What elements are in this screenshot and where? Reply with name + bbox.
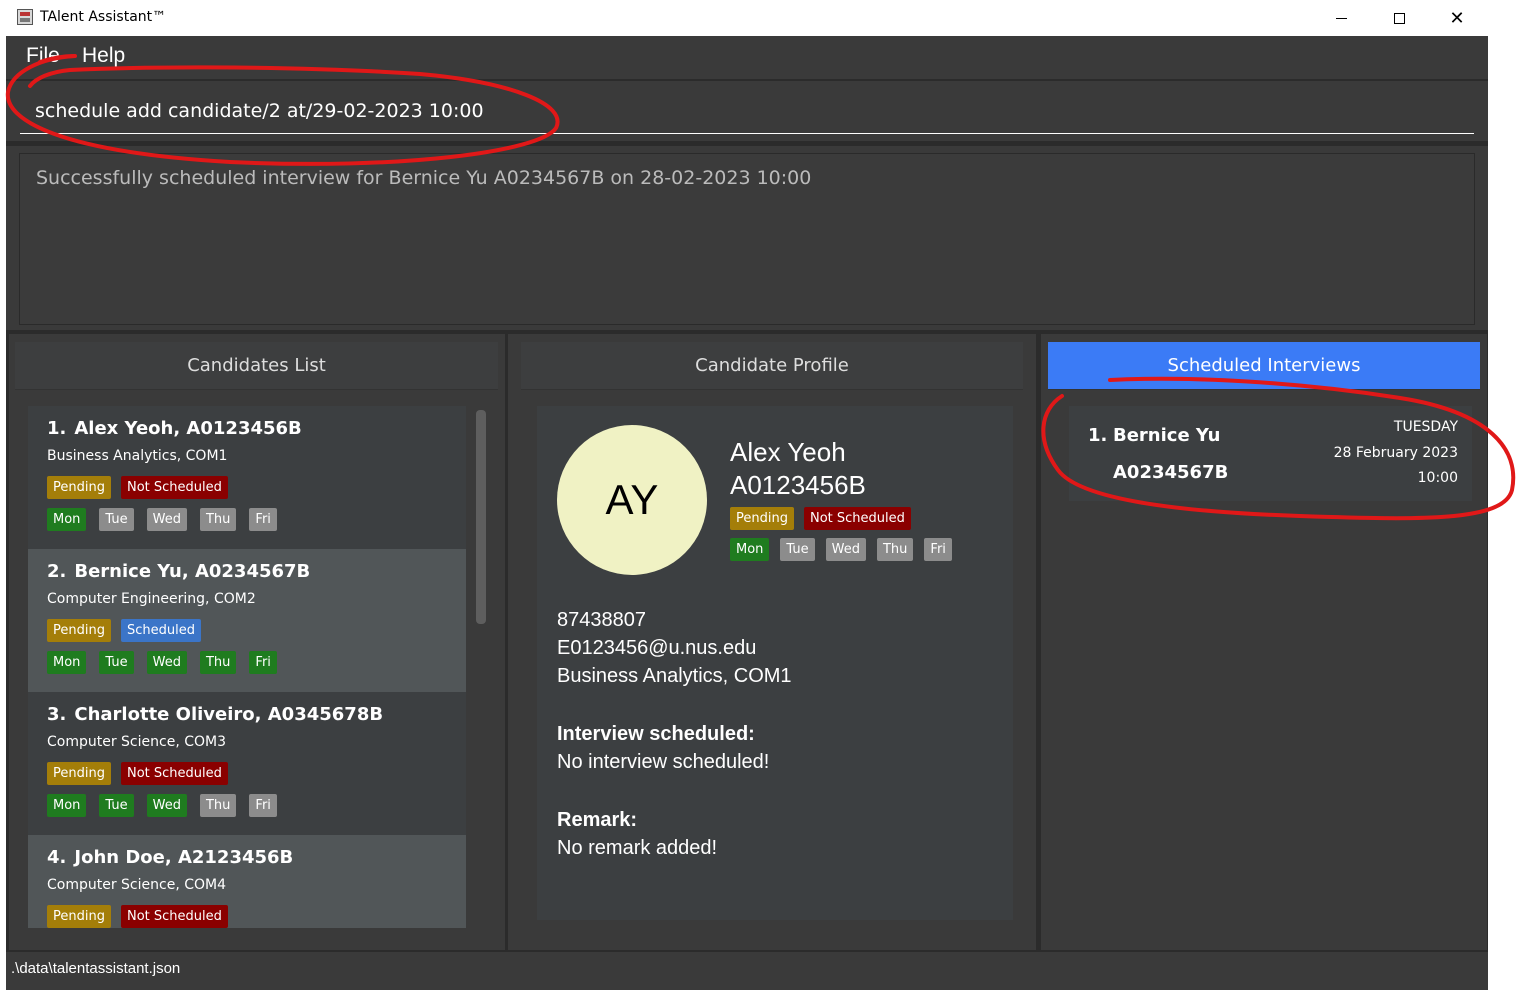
candidate-name: Bernice Yu, A0234567B: [74, 561, 311, 582]
candidate-course: Computer Science, COM3: [47, 734, 226, 750]
interview-candidate-name: Bernice Yu: [1113, 425, 1221, 446]
candidate-card[interactable]: 1. Alex Yeoh, A0123456B Business Analytic…: [28, 406, 466, 549]
day-badge-fri: Fri: [249, 794, 277, 817]
status-badge: Pending: [47, 762, 111, 785]
window-title: TAlent Assistant™: [40, 9, 167, 25]
result-display: Successfully scheduled interview for Ber…: [19, 153, 1475, 325]
candidate-name: Alex Yeoh, A0123456B: [74, 418, 302, 439]
profile-card: AY Alex Yeoh A0123456B Pending Not Sched…: [537, 406, 1013, 920]
day-badge-wed: Wed: [146, 508, 187, 531]
day-badge-thu: Thu: [199, 794, 237, 817]
app-icon: [17, 9, 33, 25]
schedule-badge: Scheduled: [120, 619, 201, 642]
profile-details: 87438807 E0123456@u.nus.edu Business Ana…: [557, 606, 792, 862]
interview-candidate-id: A0234567B: [1113, 462, 1229, 483]
minimize-icon: [1335, 17, 1347, 19]
profile-course: Business Analytics, COM1: [557, 665, 792, 687]
menu-bar: File Help: [6, 36, 1488, 80]
profile-phone: 87438807: [557, 609, 646, 631]
candidates-scrollbar[interactable]: [476, 410, 486, 624]
interview-value: No interview scheduled!: [557, 751, 770, 773]
candidate-name: John Doe, A2123456B: [74, 847, 294, 868]
day-badge-thu: Thu: [876, 538, 914, 561]
remark-value: No remark added!: [557, 837, 718, 859]
day-badge-fri: Fri: [249, 508, 277, 531]
candidate-name: Charlotte Oliveiro, A0345678B: [74, 704, 384, 725]
candidates-panel: Candidates List 1. Alex Yeoh, A0123456B B…: [9, 334, 505, 950]
interview-card[interactable]: 1. Bernice Yu A0234567B TUESDAY 28 Febru…: [1069, 406, 1472, 501]
profile-panel: Candidate Profile AY Alex Yeoh A0123456B…: [508, 334, 1036, 950]
day-badge-tue: Tue: [99, 794, 134, 817]
scheduled-interviews-header[interactable]: Scheduled Interviews: [1048, 342, 1480, 390]
interviews-panel: Scheduled Interviews 1. Bernice Yu A0234…: [1041, 334, 1487, 950]
app-window: File Help Successfully scheduled intervi…: [6, 36, 1488, 990]
day-badge-thu: Thu: [199, 508, 237, 531]
day-badge-tue: Tue: [99, 508, 134, 531]
maximize-button[interactable]: [1370, 0, 1428, 36]
interview-date: 28 February 2023: [1333, 445, 1458, 461]
candidate-index: 1.: [47, 418, 67, 439]
command-box: [6, 81, 1488, 141]
remark-title: Remark:: [557, 809, 638, 831]
status-badge: Pending: [47, 619, 111, 642]
menu-help[interactable]: Help: [82, 44, 125, 68]
schedule-badge: Not Scheduled: [120, 762, 228, 785]
candidates-list-header: Candidates List: [15, 342, 498, 390]
day-badge-wed: Wed: [825, 538, 866, 561]
profile-id: A0123456B: [730, 470, 866, 500]
candidate-card[interactable]: 4. John Doe, A2123456B Computer Science, …: [28, 835, 466, 928]
day-badge-fri: Fri: [924, 538, 952, 561]
day-badge-thu: Thu: [199, 651, 237, 674]
menu-file[interactable]: File: [26, 44, 60, 68]
result-panel: Successfully scheduled interview for Ber…: [6, 146, 1488, 330]
profile-email: E0123456@u.nus.edu: [557, 637, 757, 659]
day-badge-tue: Tue: [99, 651, 134, 674]
day-badge-mon: Mon: [47, 794, 87, 817]
status-bar-path: .\data\talentassistant.json: [6, 952, 1488, 990]
profile-name: Alex Yeoh: [730, 437, 846, 467]
candidate-course: Computer Science, COM4: [47, 877, 226, 893]
schedule-badge: Not Scheduled: [120, 905, 228, 928]
status-badge: Pending: [47, 476, 111, 499]
candidate-index: 3.: [47, 704, 67, 725]
candidate-card[interactable]: 2. Bernice Yu, A0234567B Computer Enginee…: [28, 549, 466, 692]
schedule-badge: Not Scheduled: [120, 476, 228, 499]
status-badge: Pending: [730, 507, 794, 530]
schedule-badge: Not Scheduled: [803, 507, 911, 530]
day-badge-mon: Mon: [730, 538, 770, 561]
day-badge-mon: Mon: [47, 651, 87, 674]
avatar: AY: [557, 425, 707, 575]
candidate-card[interactable]: 3. Charlotte Oliveiro, A0345678B Computer…: [28, 692, 466, 835]
candidate-course: Computer Engineering, COM2: [47, 591, 256, 607]
command-input[interactable]: [20, 89, 1474, 134]
interview-day: TUESDAY: [1393, 419, 1458, 435]
candidates-list[interactable]: 1. Alex Yeoh, A0123456B Business Analytic…: [28, 406, 466, 928]
interview-index: 1.: [1088, 425, 1108, 446]
candidate-course: Business Analytics, COM1: [47, 448, 228, 464]
candidate-index: 2.: [47, 561, 67, 582]
minimize-button[interactable]: [1312, 0, 1370, 36]
candidate-index: 4.: [47, 847, 67, 868]
day-badge-wed: Wed: [146, 794, 187, 817]
status-badge: Pending: [47, 905, 111, 928]
title-bar: TAlent Assistant™ ✕: [0, 0, 1520, 36]
interview-time: 10:00: [1417, 470, 1458, 486]
day-badge-mon: Mon: [47, 508, 87, 531]
day-badge-wed: Wed: [146, 651, 187, 674]
close-button[interactable]: ✕: [1428, 0, 1486, 36]
maximize-icon: [1393, 12, 1405, 24]
candidate-profile-header: Candidate Profile: [521, 342, 1023, 390]
day-badge-tue: Tue: [780, 538, 815, 561]
interview-title: Interview scheduled:: [557, 723, 755, 745]
day-badge-fri: Fri: [249, 651, 277, 674]
